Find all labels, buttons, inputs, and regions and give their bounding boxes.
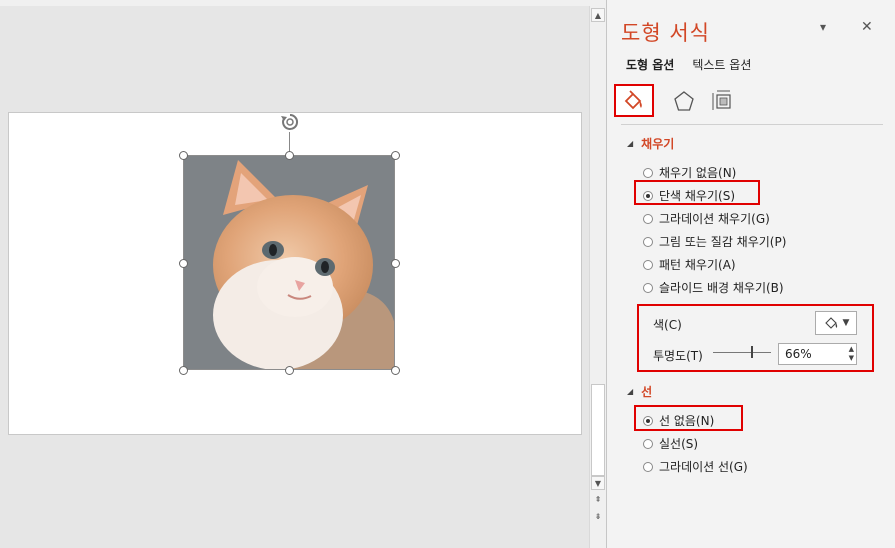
option-label: 패턴 채우기(A) [659, 258, 736, 272]
option-label: 그림 또는 질감 채우기(P) [659, 235, 787, 249]
collapse-triangle-icon: ◢ [627, 139, 634, 148]
radio-solid-line[interactable]: 실선(S) [643, 435, 698, 452]
vertical-scrollbar[interactable]: ▲ ▼ ⇞ ⇟ [589, 6, 606, 548]
radio-slide-background-fill[interactable]: 슬라이드 배경 채우기(B) [643, 279, 784, 296]
rotate-handle-icon[interactable] [279, 111, 301, 133]
option-label: 실선(S) [659, 437, 699, 451]
option-label: 단색 채우기(S) [659, 189, 735, 203]
effects-pentagon-icon[interactable] [664, 84, 704, 117]
radio-indicator [643, 213, 653, 224]
radio-indicator [643, 461, 653, 472]
scroll-down-icon[interactable]: ▼ [591, 476, 605, 490]
spinner-arrows-icon[interactable]: ▲ ▼ [849, 345, 854, 363]
radio-picture-texture-fill[interactable]: 그림 또는 질감 채우기(P) [643, 233, 786, 250]
radio-pattern-fill[interactable]: 패턴 채우기(A) [643, 256, 736, 273]
tab-separator [621, 124, 883, 125]
radio-indicator [643, 282, 653, 293]
transparency-value[interactable]: 66% [785, 347, 812, 361]
radio-indicator [643, 236, 653, 247]
line-section-label: 선 [641, 385, 653, 399]
radio-solid-fill[interactable]: 단색 채우기(S) [643, 187, 735, 204]
fill-section-label: 채우기 [641, 137, 675, 151]
fill-section-header[interactable]: ◢ 채우기 [627, 135, 674, 152]
radio-indicator [643, 167, 653, 178]
next-slide-icon[interactable]: ⇟ [591, 509, 605, 523]
color-label: 색(C) [653, 318, 682, 332]
tab-shape-options[interactable]: 도형 옵션 [626, 56, 674, 73]
transparency-slider-thumb[interactable] [751, 346, 753, 358]
resize-handle-right[interactable] [391, 259, 400, 268]
fill-line-icon[interactable] [614, 84, 654, 117]
option-label: 그라데이션 채우기(G) [659, 212, 770, 226]
pane-options-dropdown-icon[interactable]: ▾ [820, 20, 826, 34]
pane-subtabs: 도형 옵션 텍스트 옵션 [626, 56, 751, 73]
transparency-label: 투명도(T) [653, 349, 703, 363]
radio-no-fill[interactable]: 채우기 없음(N) [643, 164, 736, 181]
format-shape-pane: 도형 서식 ▾ ✕ 도형 옵션 텍스트 옵션 ◢ 채우기 채우기 없음(N) 단… [606, 0, 895, 548]
radio-indicator [643, 438, 653, 449]
chevron-down-icon: ▼ [842, 318, 850, 328]
resize-handle-bottom[interactable] [285, 366, 294, 375]
option-label: 그라데이션 선(G) [659, 460, 748, 474]
scroll-up-icon[interactable]: ▲ [591, 8, 605, 22]
radio-indicator [643, 415, 653, 426]
paint-bucket-icon [824, 317, 837, 329]
resize-handle-left[interactable] [179, 259, 188, 268]
radio-indicator [643, 190, 653, 201]
resize-handle-bottom-left[interactable] [179, 366, 188, 375]
tab-text-options[interactable]: 텍스트 옵션 [692, 56, 751, 73]
transparency-spinner[interactable]: 66% ▲ ▼ [778, 343, 857, 365]
resize-handle-bottom-right[interactable] [391, 366, 400, 375]
pane-title: 도형 서식 [621, 21, 710, 45]
resize-handle-top[interactable] [285, 151, 294, 160]
line-section-header[interactable]: ◢ 선 [627, 383, 652, 400]
size-properties-icon[interactable] [703, 84, 743, 117]
pane-close-icon[interactable]: ✕ [861, 19, 873, 35]
transparency-slider-track[interactable] [713, 352, 771, 353]
radio-indicator [643, 259, 653, 270]
fill-color-button[interactable]: ▼ [815, 311, 857, 335]
resize-handle-top-right[interactable] [391, 151, 400, 160]
resize-handle-top-left[interactable] [179, 151, 188, 160]
radio-no-line[interactable]: 선 없음(N) [643, 412, 714, 429]
scroll-thumb[interactable] [591, 384, 605, 476]
option-label: 슬라이드 배경 채우기(B) [659, 281, 784, 295]
category-icons [614, 82, 877, 122]
radio-gradient-fill[interactable]: 그라데이션 채우기(G) [643, 210, 770, 227]
option-label: 채우기 없음(N) [659, 166, 737, 180]
collapse-triangle-icon: ◢ [627, 387, 634, 396]
previous-slide-icon[interactable]: ⇞ [591, 492, 605, 506]
radio-gradient-line[interactable]: 그라데이션 선(G) [643, 458, 748, 475]
option-label: 선 없음(N) [659, 414, 715, 428]
kitten-picture[interactable] [183, 155, 395, 370]
